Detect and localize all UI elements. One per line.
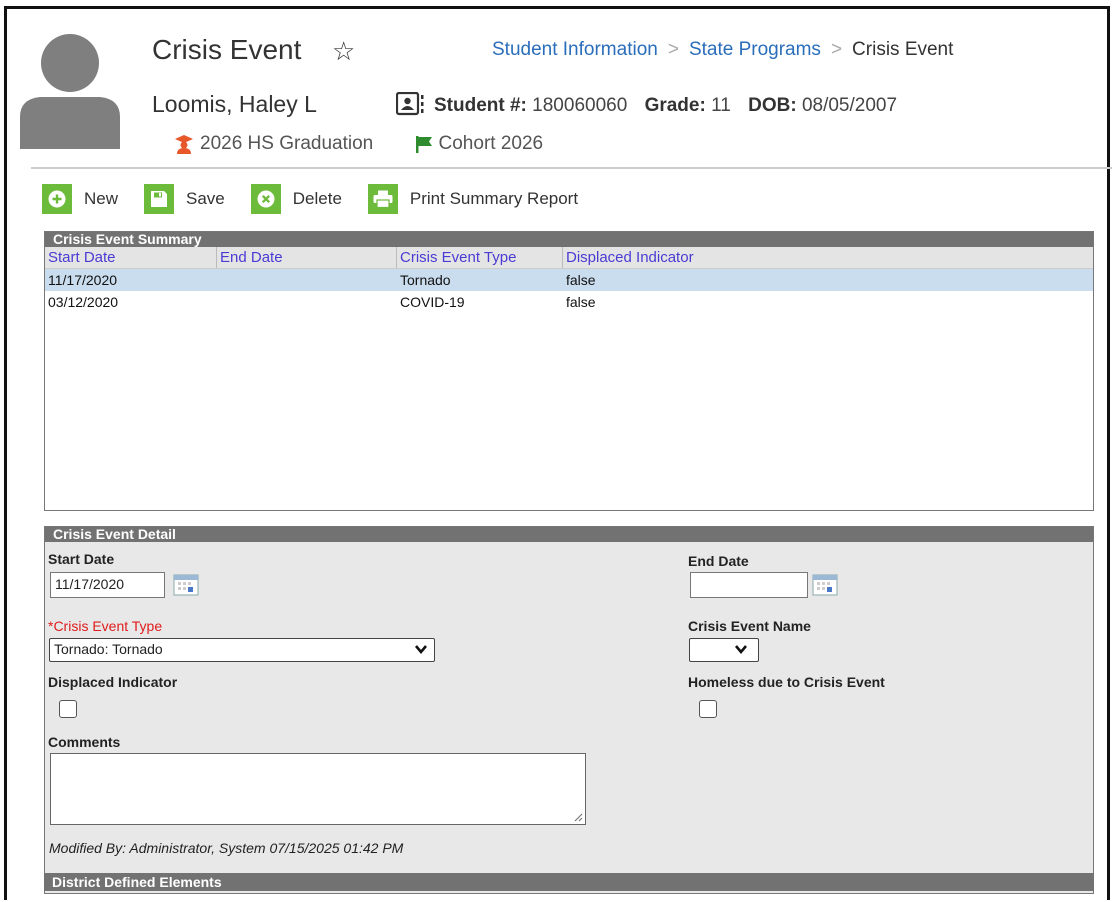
cell-start-date: 11/17/2020 — [48, 272, 118, 288]
cell-displaced-indicator: false — [566, 272, 596, 288]
delete-circle-icon — [257, 190, 275, 208]
column-crisis-event-type[interactable]: Crisis Event Type — [397, 247, 563, 268]
cell-end-date — [217, 291, 397, 313]
summary-section-title: Crisis Event Summary — [45, 232, 1093, 247]
toolbar: New Save Delete Print Summary Report — [42, 181, 604, 217]
table-row[interactable]: 11/17/2020 Tornado false — [45, 269, 1093, 291]
student-number-label: Student #: — [434, 95, 527, 116]
breadcrumb-crisis-event: Crisis Event — [852, 39, 954, 60]
print-summary-report-button[interactable]: Print Summary Report — [367, 184, 579, 214]
summary-table-header: Start Date End Date Crisis Event Type Di… — [45, 247, 1093, 269]
comments-textarea[interactable] — [50, 753, 586, 825]
page-title: Crisis Event — [152, 34, 302, 65]
student-name: Loomis, Haley L — [152, 91, 317, 117]
breadcrumb: Student Information > State Programs > Crisi… — [492, 39, 953, 61]
save-icon — [151, 191, 168, 207]
calendar-icon[interactable] — [812, 574, 838, 596]
student-info: Student #: 180060060 Grade: 11 DOB: 08/0… — [434, 95, 897, 117]
homeless-due-to-crisis-event-label: Homeless due to Crisis Event — [688, 674, 885, 690]
cell-end-date — [217, 269, 397, 291]
crisis-event-name-label: Crisis Event Name — [688, 618, 811, 634]
save-label: Save — [186, 189, 225, 208]
modified-by-text: Modified By: Administrator, System 07/15… — [49, 840, 404, 856]
cell-displaced-indicator: false — [566, 294, 596, 310]
printer-icon — [373, 190, 393, 208]
chevron-right-icon: > — [830, 39, 843, 60]
start-date-field[interactable]: 11/17/2020 — [50, 572, 165, 598]
breadcrumb-state-programs[interactable]: State Programs — [689, 39, 821, 60]
chevron-right-icon: > — [667, 39, 679, 60]
new-button[interactable]: New — [42, 184, 118, 214]
district-defined-elements-title[interactable]: District Defined Elements — [44, 873, 1094, 891]
print-summary-report-label: Print Summary Report — [409, 189, 579, 208]
resize-handle-icon[interactable] — [573, 812, 583, 822]
crisis-event-type-value: Tornado: Tornado — [54, 641, 163, 657]
cell-start-date: 03/12/2020 — [48, 294, 119, 310]
delete-button[interactable]: Delete — [250, 184, 342, 214]
dob-label: DOB: — [748, 95, 797, 116]
new-label: New — [84, 189, 119, 208]
cell-crisis-event-type: Tornado — [400, 272, 451, 288]
graduation-label: 2026 HS Graduation — [200, 133, 374, 154]
column-displaced-indicator[interactable]: Displaced Indicator — [563, 247, 1093, 268]
breadcrumb-student-information[interactable]: Student Information — [492, 39, 658, 60]
student-badges: 2026 HS Graduation Cohort 2026 — [174, 133, 543, 155]
chevron-down-icon — [735, 645, 747, 655]
cell-crisis-event-type: COVID-19 — [400, 294, 465, 310]
cohort-label: Cohort 2026 — [438, 133, 544, 154]
header-divider — [31, 167, 1112, 169]
start-date-label: Start Date — [48, 551, 115, 567]
crisis-event-type-select[interactable]: Tornado: Tornado — [49, 638, 435, 662]
star-icon[interactable]: ☆ — [332, 36, 355, 67]
displaced-indicator-label: Displaced Indicator — [48, 674, 178, 690]
crisis-event-type-label: *Crisis Event Type — [48, 618, 163, 634]
dob-value: 08/05/2007 — [801, 95, 898, 116]
crisis-event-detail: Crisis Event Detail Start Date 11/17/202… — [44, 526, 1094, 894]
student-avatar — [20, 34, 120, 149]
table-row[interactable]: 03/12/2020 COVID-19 false — [45, 291, 1093, 313]
comments-label: Comments — [48, 734, 121, 750]
calendar-icon[interactable] — [173, 574, 199, 596]
delete-label: Delete — [292, 189, 342, 208]
column-end-date[interactable]: End Date — [217, 247, 397, 268]
chevron-down-icon — [415, 645, 427, 655]
grade-value: 11 — [711, 95, 731, 116]
district-defined-elements: District Defined Elements — [44, 873, 1094, 891]
detail-section-title: Crisis Event Detail — [45, 527, 1093, 542]
end-date-field[interactable] — [690, 572, 808, 598]
flag-icon — [415, 135, 432, 153]
grade-label: Grade: — [644, 95, 706, 116]
plus-circle-icon — [48, 190, 66, 208]
column-start-date[interactable]: Start Date — [45, 247, 217, 268]
graduation-icon — [175, 134, 193, 154]
save-button[interactable]: Save — [144, 184, 225, 214]
displaced-indicator-checkbox[interactable] — [59, 700, 77, 718]
homeless-due-to-crisis-event-checkbox[interactable] — [699, 700, 717, 718]
student-number: 180060060 — [532, 95, 628, 116]
end-date-label: End Date — [688, 553, 749, 569]
contact-card-icon[interactable] — [396, 92, 426, 116]
crisis-event-name-select[interactable] — [689, 638, 759, 662]
crisis-event-summary: Crisis Event Summary Start Date End Date… — [44, 231, 1094, 511]
